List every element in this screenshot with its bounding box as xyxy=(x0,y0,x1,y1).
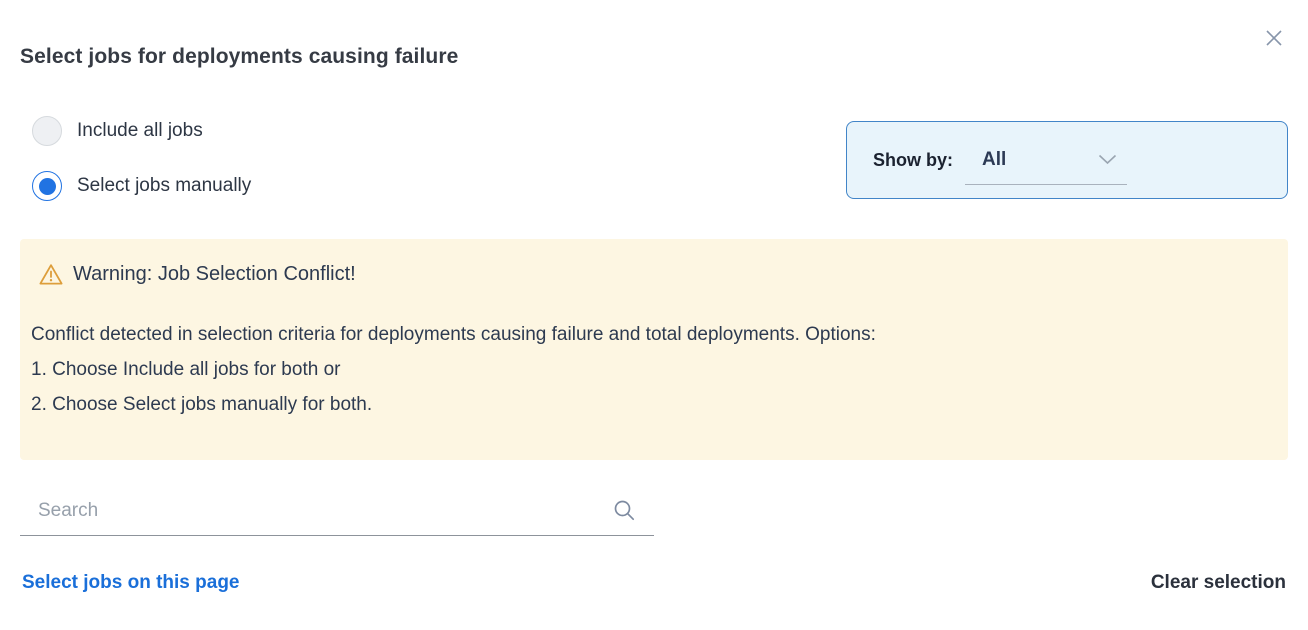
warning-banner: Warning: Job Selection Conflict! Conflic… xyxy=(20,239,1288,460)
search-field xyxy=(20,499,654,536)
dialog: Select jobs for deployments causing fail… xyxy=(0,0,1308,594)
close-button[interactable] xyxy=(1260,24,1288,52)
warning-title: Warning: Job Selection Conflict! xyxy=(73,263,356,286)
options-row: Include all jobs Select jobs manually Sh… xyxy=(20,116,1288,201)
radio-circle-selected[interactable] xyxy=(32,171,62,201)
footer-actions: Select jobs on this page Clear selection xyxy=(20,572,1288,594)
warning-options-list: 1. Choose Include all jobs for both or 2… xyxy=(31,352,1258,422)
radio-circle-unselected[interactable] xyxy=(32,116,62,146)
warning-header: Warning: Job Selection Conflict! xyxy=(31,262,1258,287)
show-by-dropdown[interactable]: All xyxy=(965,149,1127,185)
radio-label: Select jobs manually xyxy=(77,175,251,197)
warning-message: Conflict detected in selection criteria … xyxy=(31,317,1258,352)
show-by-label: Show by: xyxy=(873,150,953,171)
warning-option-1: 1. Choose Include all jobs for both or xyxy=(31,352,1258,387)
radio-select-jobs-manually[interactable]: Select jobs manually xyxy=(32,171,251,201)
search-icon[interactable] xyxy=(613,499,636,522)
show-by-selected-value: All xyxy=(982,149,1006,171)
clear-selection-button[interactable]: Clear selection xyxy=(1151,572,1286,594)
chevron-down-icon xyxy=(1098,154,1117,165)
radio-label: Include all jobs xyxy=(77,120,203,142)
warning-triangle-icon xyxy=(38,262,64,287)
warning-body: Conflict detected in selection criteria … xyxy=(31,317,1258,422)
radio-include-all-jobs[interactable]: Include all jobs xyxy=(32,116,251,146)
select-jobs-on-page-link[interactable]: Select jobs on this page xyxy=(22,572,240,594)
show-by-panel: Show by: All xyxy=(846,121,1288,199)
warning-option-2: 2. Choose Select jobs manually for both. xyxy=(31,387,1258,422)
dialog-title: Select jobs for deployments causing fail… xyxy=(20,45,1288,69)
job-selection-radio-group: Include all jobs Select jobs manually xyxy=(32,116,251,201)
search-input[interactable] xyxy=(20,500,613,522)
close-icon xyxy=(1263,27,1285,49)
